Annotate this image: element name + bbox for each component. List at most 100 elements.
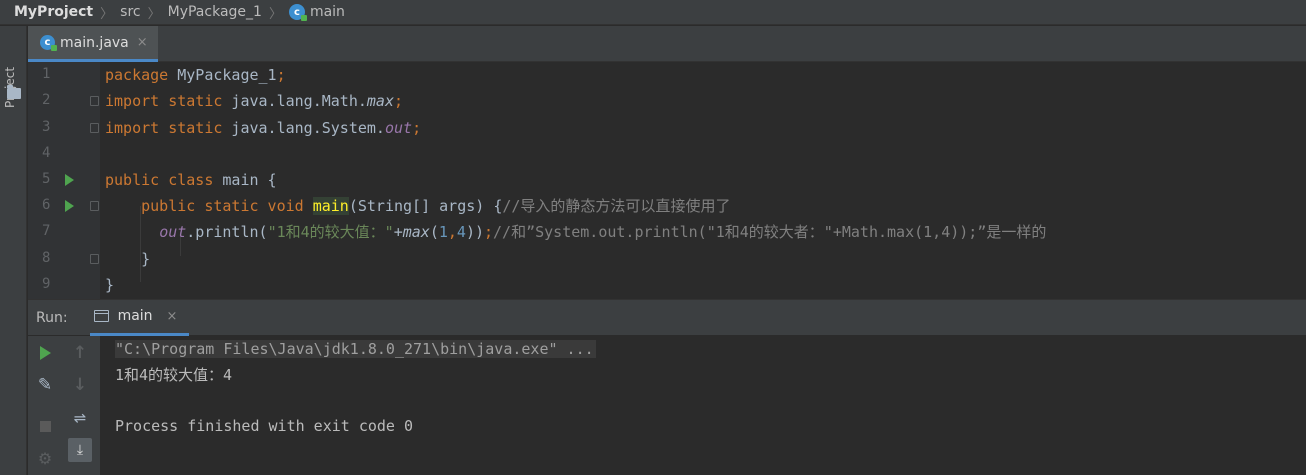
line-number: 1 bbox=[42, 66, 51, 82]
left-tool-strip: Project bbox=[0, 26, 27, 475]
console-line: "C:\Program Files\Java\jdk1.8.0_271\bin\… bbox=[115, 337, 596, 361]
code-line: package MyPackage_1; bbox=[105, 62, 286, 88]
run-label: Run: bbox=[36, 309, 68, 326]
line-number: 5 bbox=[42, 171, 51, 187]
fold-icon[interactable] bbox=[90, 123, 99, 133]
line-gutter: 1 2 3 4 5 6 7 8 9 bbox=[28, 62, 100, 299]
close-icon[interactable]: × bbox=[167, 309, 178, 324]
comma: , bbox=[447, 223, 457, 241]
line-number: 2 bbox=[42, 92, 51, 108]
scroll-up-button[interactable]: ↑ bbox=[68, 341, 92, 365]
code-text: .println( bbox=[186, 223, 268, 241]
breadcrumb-file-label: main bbox=[309, 4, 345, 20]
line-number: 4 bbox=[42, 145, 51, 161]
code-text: java.lang.System. bbox=[222, 119, 385, 137]
line-number: 8 bbox=[42, 250, 51, 266]
edit-config-button[interactable]: ✎ bbox=[33, 373, 57, 397]
static-method-name: max bbox=[402, 223, 430, 241]
scroll-down-button[interactable]: ↓ bbox=[68, 373, 92, 397]
console-exit-line: Process finished with exit code 0 bbox=[115, 417, 414, 435]
code-text: + bbox=[393, 223, 403, 241]
gutter-line: 2 bbox=[28, 88, 100, 114]
line-number: 3 bbox=[42, 119, 51, 135]
wrench-icon: ✎ bbox=[37, 375, 53, 395]
tab-main-java[interactable]: c main.java × bbox=[28, 26, 158, 62]
semicolon: ; bbox=[412, 119, 422, 137]
run-toolbar: ↑ ✎ ↓ ⇌ ⚙ ⤓ bbox=[28, 336, 100, 475]
gear-icon: ⚙ bbox=[37, 448, 53, 468]
run-tab-label: main bbox=[117, 308, 153, 324]
static-field-name: out bbox=[384, 119, 413, 137]
stop-button[interactable] bbox=[33, 414, 57, 438]
keyword: public bbox=[141, 197, 196, 215]
breadcrumb-package[interactable]: MyPackage_1 bbox=[168, 4, 262, 20]
code-line: import static java.lang.Math.max; bbox=[105, 88, 403, 114]
tab-run-main[interactable]: main × bbox=[89, 300, 190, 336]
gutter-line: 5 bbox=[28, 167, 100, 193]
number-literal: 1 bbox=[438, 223, 448, 241]
gutter-line: 7 bbox=[28, 219, 100, 245]
code-area[interactable]: package MyPackage_1; import static java.… bbox=[100, 62, 1306, 299]
keyword: package bbox=[105, 66, 169, 84]
line-number: 7 bbox=[42, 223, 51, 239]
code-line: } bbox=[105, 246, 150, 272]
close-icon[interactable]: × bbox=[137, 35, 148, 50]
fold-icon[interactable] bbox=[90, 201, 99, 211]
keyword: import bbox=[105, 92, 160, 110]
java-class-icon: c bbox=[288, 4, 307, 21]
gutter-line: 8 bbox=[28, 246, 100, 272]
scroll-to-end-icon: ⤓ bbox=[76, 442, 84, 458]
semicolon: ; bbox=[276, 66, 286, 84]
code-line: public static void main(String[] args) {… bbox=[105, 193, 730, 219]
keyword: public bbox=[105, 171, 160, 189]
line-number: 9 bbox=[42, 276, 51, 292]
code-text: MyPackage_1 bbox=[168, 66, 277, 84]
line-number: 6 bbox=[42, 197, 51, 213]
static-method-name: max bbox=[366, 92, 394, 110]
breadcrumb-file[interactable]: c main bbox=[288, 4, 345, 21]
gutter-line: 6 bbox=[28, 193, 100, 219]
code-text: } bbox=[105, 276, 115, 294]
method-name-highlighted: main bbox=[312, 197, 349, 215]
fold-icon[interactable] bbox=[90, 96, 99, 106]
breadcrumb-project[interactable]: MyProject bbox=[14, 4, 93, 20]
arrow-down-icon: ↓ bbox=[72, 375, 88, 395]
soft-wrap-button[interactable]: ⇌ bbox=[68, 406, 92, 430]
gutter-line: 4 bbox=[28, 141, 100, 167]
arrow-up-icon: ↑ bbox=[72, 343, 88, 363]
keyword: void bbox=[258, 197, 304, 215]
code-line: } bbox=[105, 272, 114, 298]
code-text: } bbox=[141, 250, 151, 268]
comment: //导入的静态方法可以直接使用了 bbox=[502, 197, 731, 215]
code-text: java.lang.Math. bbox=[222, 92, 367, 110]
semicolon: ; bbox=[394, 92, 404, 110]
keyword: static bbox=[159, 92, 223, 110]
breadcrumb-src[interactable]: src bbox=[120, 4, 140, 20]
keyword: static bbox=[159, 119, 223, 137]
rerun-button[interactable] bbox=[33, 341, 57, 365]
console-command: "C:\Program Files\Java\jdk1.8.0_271\bin\… bbox=[115, 340, 596, 358]
gutter-line: 1 bbox=[28, 62, 100, 88]
run-gutter-icon[interactable] bbox=[65, 174, 74, 186]
fold-icon[interactable] bbox=[90, 254, 99, 264]
chevron-right-icon: 〉 bbox=[268, 6, 282, 22]
number-literal: 4 bbox=[456, 223, 466, 241]
static-field-name: out bbox=[159, 223, 187, 241]
console-output[interactable]: "C:\Program Files\Java\jdk1.8.0_271\bin\… bbox=[100, 336, 1306, 475]
scroll-to-end-button[interactable]: ⤓ bbox=[68, 438, 92, 462]
keyword: import bbox=[105, 119, 160, 137]
run-gutter-icon[interactable] bbox=[65, 200, 74, 212]
folder-icon[interactable] bbox=[7, 85, 21, 99]
editor-tab-bar: c main.java × bbox=[28, 26, 1306, 62]
code-editor[interactable]: 1 2 3 4 5 6 7 8 9 package MyPackage_1; i… bbox=[28, 62, 1306, 299]
settings-button[interactable]: ⚙ bbox=[33, 446, 57, 470]
tab-label: main.java bbox=[60, 34, 129, 51]
console-icon bbox=[93, 310, 109, 322]
stop-icon bbox=[39, 420, 51, 432]
play-icon bbox=[39, 346, 51, 360]
run-tool-window-header: Run: main × bbox=[28, 299, 1306, 336]
keyword: class bbox=[159, 171, 214, 189]
keyword: static bbox=[195, 197, 259, 215]
breadcrumb: MyProject 〉 src 〉 MyPackage_1 〉 c main bbox=[0, 0, 1306, 25]
